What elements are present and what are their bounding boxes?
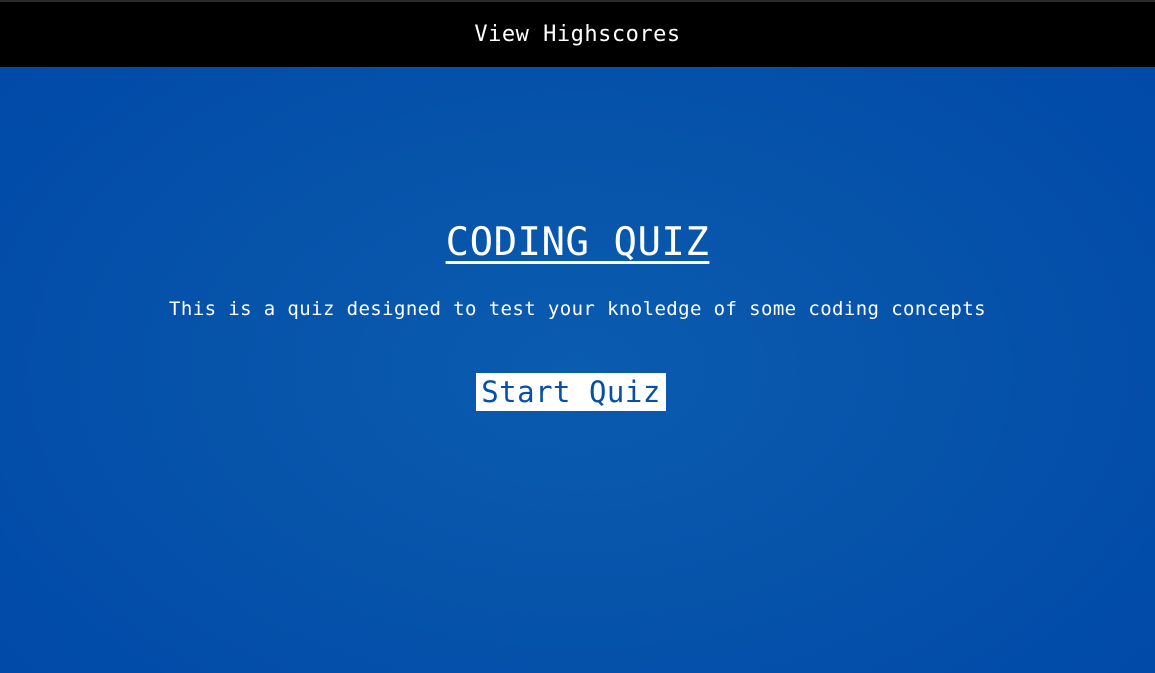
view-highscores-link[interactable]: View Highscores — [474, 22, 680, 47]
quiz-intro: CODING QUIZ This is a quiz designed to t… — [0, 67, 1155, 673]
page-title: CODING QUIZ — [445, 220, 710, 265]
top-bar: View Highscores — [0, 0, 1155, 67]
start-quiz-button[interactable]: Start Quiz — [476, 373, 666, 411]
quiz-description: This is a quiz designed to test your kno… — [169, 298, 986, 320]
